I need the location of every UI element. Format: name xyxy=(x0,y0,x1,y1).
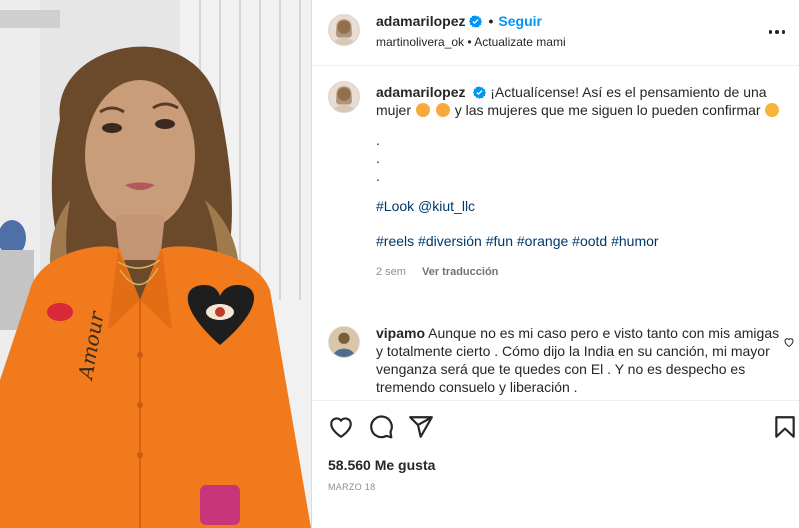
caption-author-avatar[interactable] xyxy=(328,81,360,113)
more-options-icon[interactable] xyxy=(765,20,789,44)
action-bar xyxy=(312,401,799,453)
post-media[interactable]: Amour xyxy=(0,0,311,528)
upside-down-face-emoji-icon xyxy=(765,103,780,117)
mention-kiut[interactable]: @kiut_llc xyxy=(418,198,475,214)
blushing-face-emoji-icon xyxy=(435,103,450,117)
caption-author[interactable]: adamarilopez xyxy=(376,84,465,100)
comment-author[interactable]: vipamo xyxy=(376,325,425,341)
hashtag[interactable]: #humor xyxy=(611,233,658,249)
likes-count[interactable]: 58.560 Me gusta xyxy=(328,457,435,473)
post-details-panel: adamarilopez • Seguir martinolivera_ok •… xyxy=(312,0,799,528)
caption-dots: . . . xyxy=(376,132,380,184)
comment-item: vipamo Aunque no es mi caso pero e visto… xyxy=(376,324,781,396)
post-photo: Amour xyxy=(0,0,311,528)
hashtag[interactable]: #orange xyxy=(517,233,568,249)
hashtag-look[interactable]: #Look xyxy=(376,198,414,214)
separator-dot: • xyxy=(488,13,494,29)
verified-badge-icon xyxy=(469,14,483,28)
follow-button[interactable]: Seguir xyxy=(498,13,542,29)
hashtag[interactable]: #reels xyxy=(376,233,414,249)
author-username[interactable]: adamarilopez xyxy=(376,13,465,29)
commenter-avatar[interactable] xyxy=(328,326,360,358)
caption-text: adamarilopez ¡Actualícense! Así es el pe… xyxy=(376,83,786,281)
share-icon[interactable] xyxy=(408,414,434,440)
heart-icon[interactable] xyxy=(328,414,354,440)
hugging-face-emoji-icon xyxy=(415,103,430,117)
comment-like-heart-icon[interactable] xyxy=(783,336,795,348)
translate-link[interactable]: Ver traducción xyxy=(422,263,498,281)
post-date[interactable]: MARZO 18 xyxy=(328,482,375,492)
caption-line1-tail: y las mujeres que me siguen lo pueden co… xyxy=(454,102,761,118)
comment-icon[interactable] xyxy=(368,414,394,440)
hashtag[interactable]: #ootd xyxy=(572,233,607,249)
caption-meta: 2 sem Ver traducción xyxy=(376,263,786,281)
verified-badge-icon xyxy=(473,86,487,99)
comment-text: Aunque no es mi caso pero e visto tanto … xyxy=(376,325,780,395)
comments-section: adamarilopez ¡Actualícense! Así es el pe… xyxy=(312,66,799,401)
caption-hashtags: #reels #diversión #fun #orange #ootd #hu… xyxy=(376,232,786,250)
hashtag[interactable]: #diversión xyxy=(418,233,482,249)
post-header: adamarilopez • Seguir martinolivera_ok •… xyxy=(312,0,799,66)
header-user-row: adamarilopez • Seguir xyxy=(376,13,542,29)
bookmark-icon[interactable] xyxy=(772,414,798,440)
audio-info[interactable]: martinolivera_ok • Actualizate mami xyxy=(376,35,566,49)
author-avatar[interactable] xyxy=(328,14,360,46)
post-age[interactable]: 2 sem xyxy=(376,263,406,281)
caption-look-line: #Look @kiut_llc xyxy=(376,197,786,215)
hashtag[interactable]: #fun xyxy=(486,233,513,249)
